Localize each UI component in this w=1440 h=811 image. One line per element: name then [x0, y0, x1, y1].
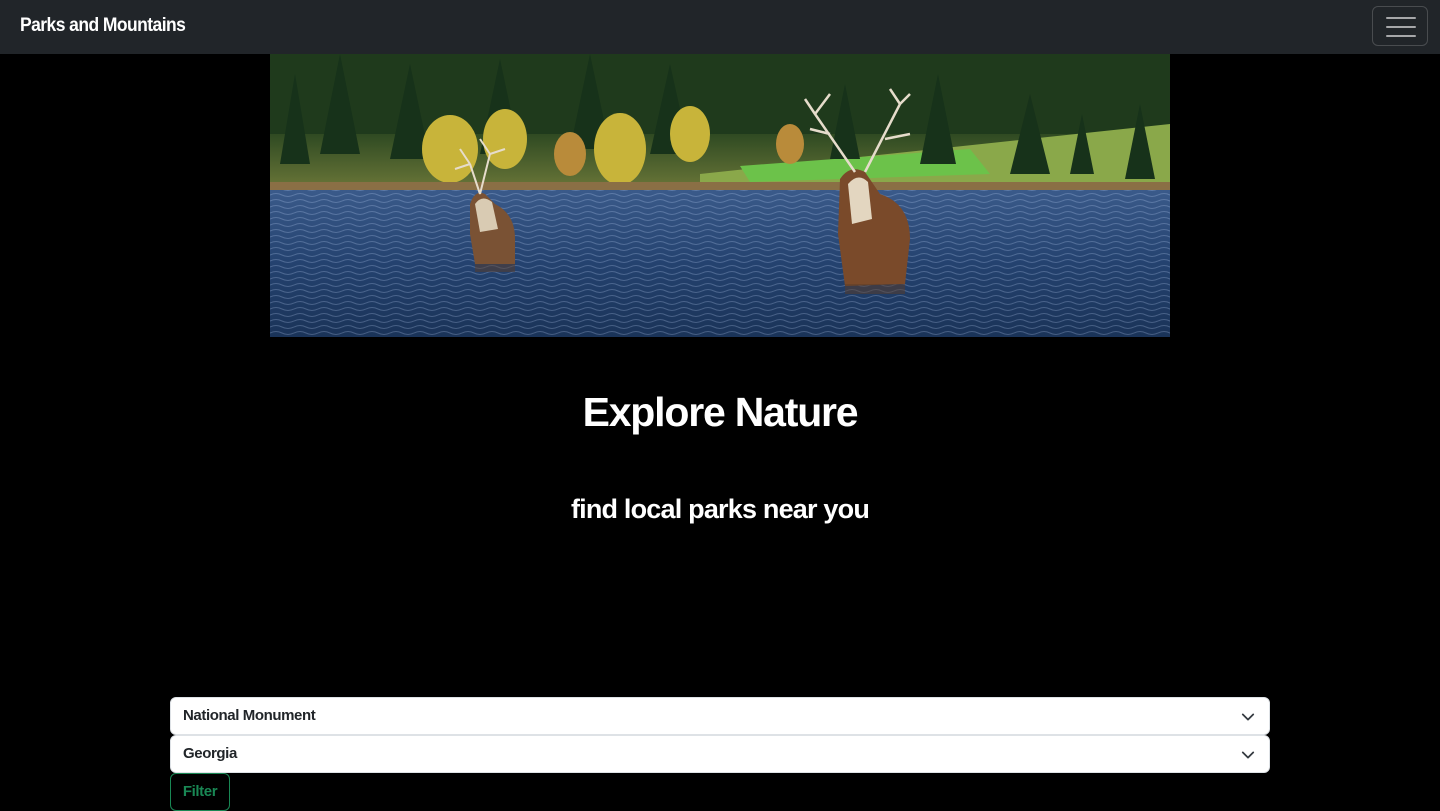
- designation-select-value: National Monument: [183, 707, 316, 724]
- navbar: Parks and Mountains: [0, 0, 1440, 54]
- hero-image: [270, 54, 1170, 337]
- state-select[interactable]: Georgia: [170, 735, 1270, 773]
- chevron-down-icon: [1241, 713, 1255, 721]
- state-select-value: Georgia: [183, 745, 237, 762]
- elk-in-lake-photo: [270, 54, 1170, 337]
- filter-button[interactable]: Filter: [170, 773, 230, 811]
- designation-select[interactable]: National Monument: [170, 697, 1270, 735]
- page-title: Explore Nature: [582, 389, 859, 435]
- page-subtitle: find local parks near you: [570, 494, 870, 524]
- navbar-brand[interactable]: Parks and Mountains: [20, 13, 186, 39]
- hamburger-menu-icon: [1386, 17, 1416, 37]
- navbar-toggler-button[interactable]: [1372, 6, 1428, 46]
- chevron-down-icon: [1241, 751, 1255, 759]
